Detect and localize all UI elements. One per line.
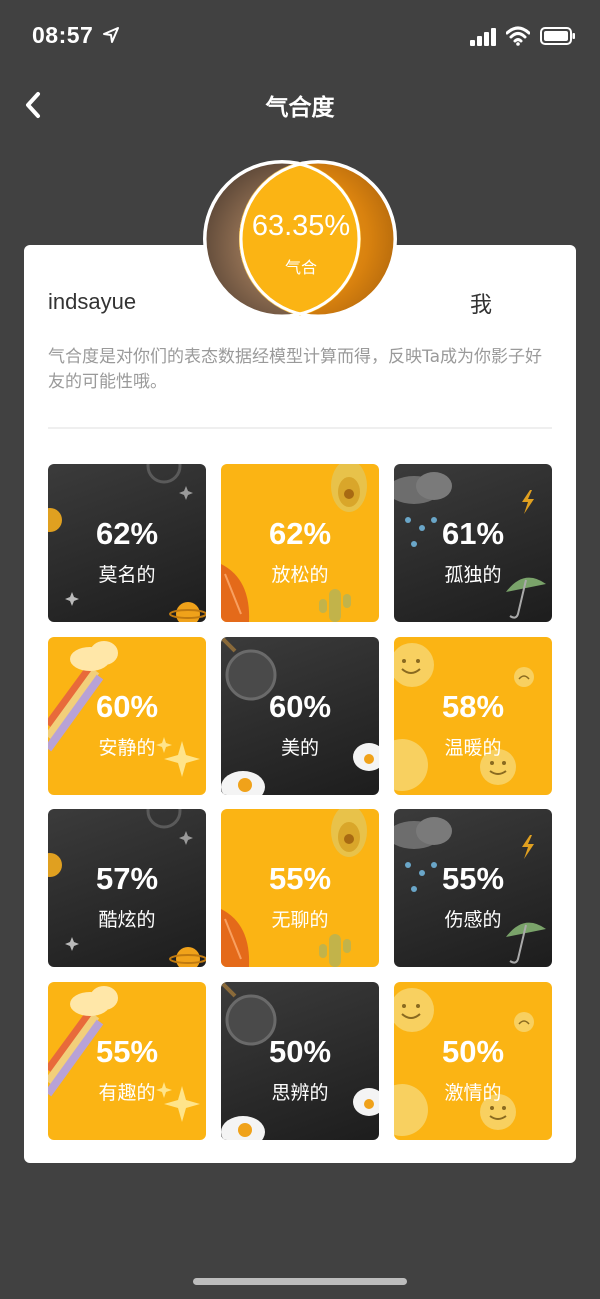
match-venn: 63.35% 气合 <box>203 158 399 320</box>
tile-label: 莫名的 <box>98 564 156 586</box>
tile-percent: 62% <box>268 516 332 551</box>
mood-tile[interactable]: 57% 酷炫的 <box>48 809 206 967</box>
mood-tile[interactable]: 60% 安静的 <box>48 637 206 795</box>
tile-label: 思辨的 <box>271 1082 329 1104</box>
match-percent: 63.35% <box>251 210 351 242</box>
divider <box>48 427 552 429</box>
tile-percent: 60% <box>95 689 159 724</box>
tile-label: 有趣的 <box>98 1082 156 1104</box>
mood-tile[interactable]: 55% 有趣的 <box>48 982 206 1140</box>
home-indicator[interactable] <box>193 1278 407 1285</box>
match-card: indsayue 我 气合度是对你们的表态数据经模型计算而得，反映Ta成为你影子… <box>24 245 576 1163</box>
tile-percent: 55% <box>95 1034 159 1069</box>
mood-tile[interactable]: 50% 思辨的 <box>221 982 379 1140</box>
tile-percent: 61% <box>441 516 505 551</box>
status-bar: 08:57 <box>0 0 600 72</box>
mood-tile[interactable]: 61% 孤独的 <box>394 464 552 622</box>
tile-percent: 60% <box>268 689 332 724</box>
tile-percent: 58% <box>441 689 505 724</box>
other-user-name: indsayue <box>48 289 137 314</box>
tile-label: 美的 <box>280 737 319 759</box>
mood-tile[interactable]: 55% 无聊的 <box>221 809 379 967</box>
mood-tile[interactable]: 62% 莫名的 <box>48 464 206 622</box>
battery-icon <box>540 27 575 45</box>
tile-percent: 55% <box>441 861 505 896</box>
tile-percent: 57% <box>95 861 159 896</box>
tile-percent: 50% <box>441 1034 505 1069</box>
mood-tile[interactable]: 62% 放松的 <box>221 464 379 622</box>
my-name: 我 <box>470 293 493 318</box>
tile-label: 激情的 <box>444 1082 502 1104</box>
tile-percent: 50% <box>268 1034 332 1069</box>
mood-tile[interactable]: 55% 伤感的 <box>394 809 552 967</box>
mood-tile[interactable]: 60% 美的 <box>221 637 379 795</box>
mood-tile[interactable]: 50% 激情的 <box>394 982 552 1140</box>
status-time: 08:57 <box>32 22 94 48</box>
tile-label: 无聊的 <box>271 909 329 931</box>
location-arrow-icon <box>103 27 119 43</box>
tile-percent: 62% <box>95 516 159 551</box>
wifi-icon <box>506 26 530 46</box>
tile-label: 放松的 <box>271 564 329 586</box>
match-description: 气合度是对你们的表态数据经模型计算而得，反映Ta成为你影子好友的可能性哦。 <box>48 347 542 392</box>
tile-label: 酷炫的 <box>98 909 156 931</box>
tile-label: 孤独的 <box>444 564 502 586</box>
tile-label: 温暖的 <box>444 737 502 759</box>
mood-tile[interactable]: 58% 温暖的 <box>394 637 552 795</box>
tile-label: 伤感的 <box>444 909 502 931</box>
page-title: 气合度 <box>265 95 335 121</box>
match-label: 气合 <box>284 258 317 277</box>
tile-label: 安静的 <box>98 737 156 759</box>
cellular-signal-icon <box>470 28 496 46</box>
tile-percent: 55% <box>268 861 332 896</box>
